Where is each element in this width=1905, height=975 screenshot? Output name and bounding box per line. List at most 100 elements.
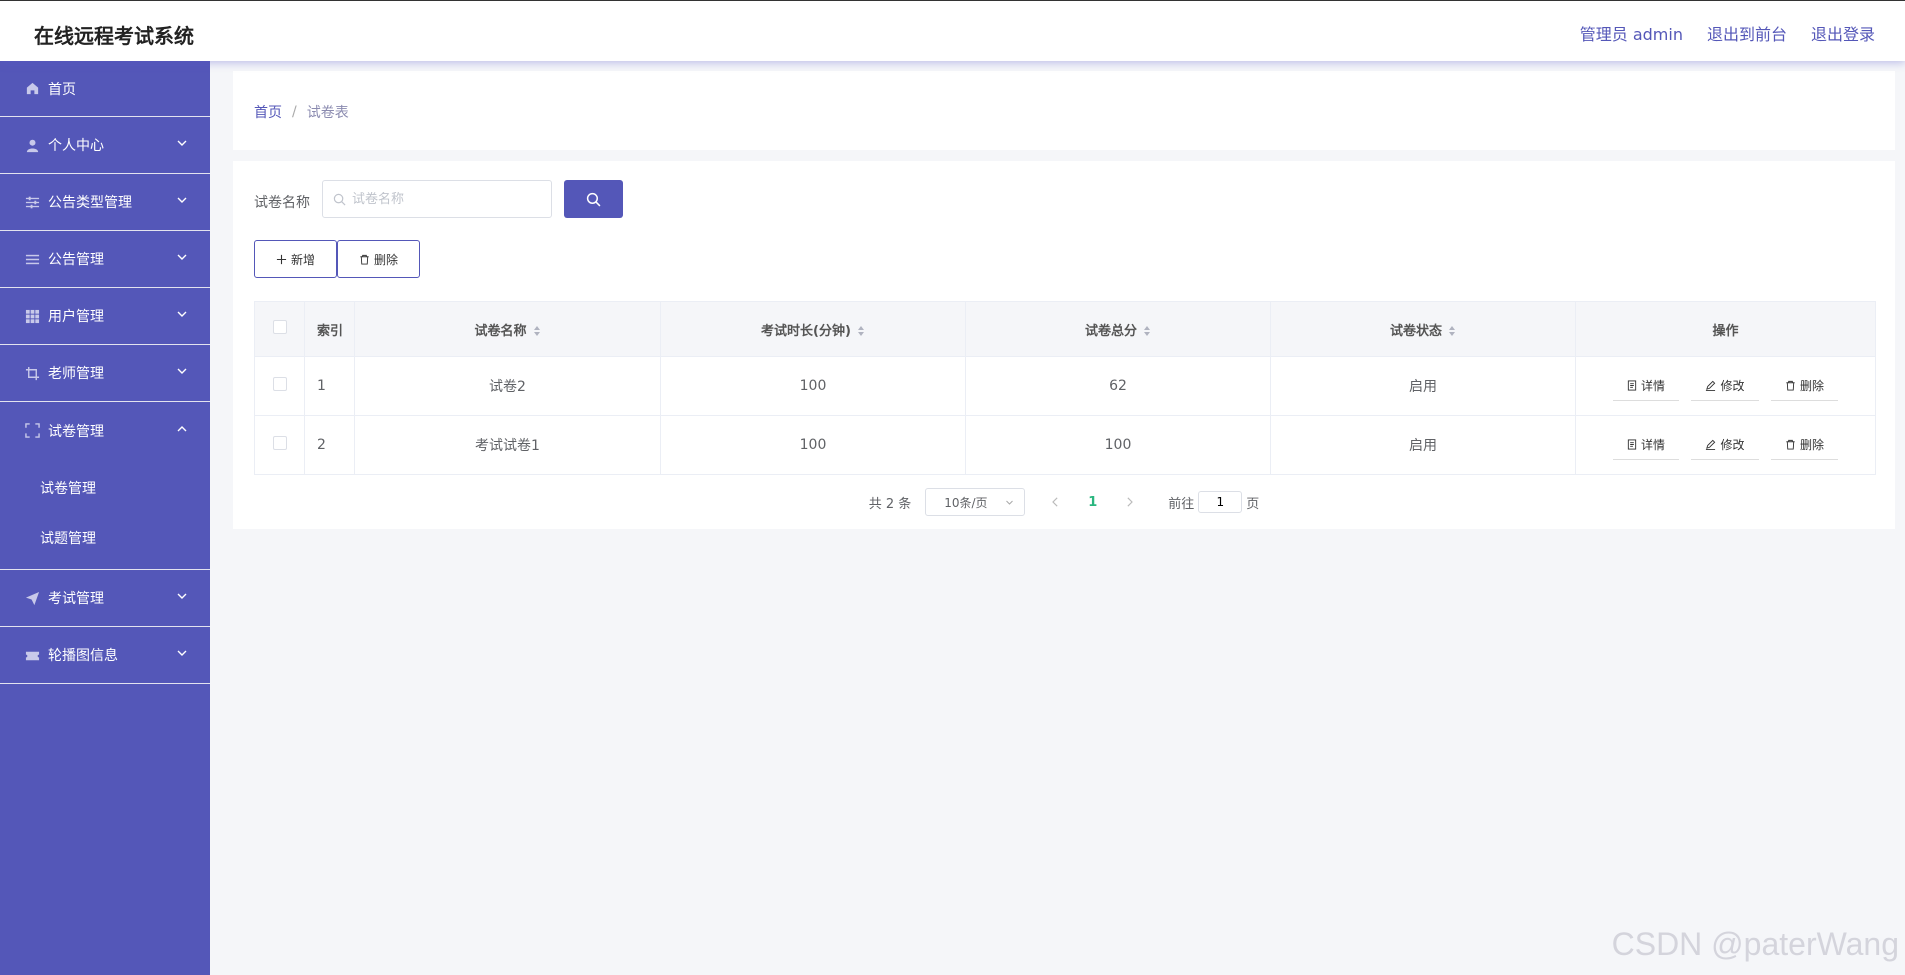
chevron-up-icon [177,425,187,431]
page-number-current[interactable]: 1 [1088,495,1097,510]
cell-duration: 100 [660,356,966,416]
sidebar-item-label: 用户管理 [48,309,104,325]
edit-label: 修改 [1720,379,1745,393]
sidebar-item-exam-papers[interactable]: 试卷管理 [0,402,210,459]
sidebar-item-label: 公告类型管理 [48,195,132,211]
edit-button[interactable]: 修改 [1691,371,1759,401]
breadcrumb-separator: / [292,104,297,120]
header-actions: 操作 [1575,301,1876,357]
page-jump: 前往 页 [1168,491,1259,513]
table-header-row: 索引 试卷名称 考试时长(分钟) 试卷总分 试卷状态 操作 [254,301,1876,357]
search-label: 试卷名称 [254,195,310,211]
cell-actions: 详情 修改 删除 [1575,415,1876,475]
page-size-select[interactable]: 10条/页 [925,488,1026,516]
sidebar-subitem-paper-management[interactable]: 试卷管理 [0,463,210,513]
sidebar-item-label: 首页 [48,81,76,98]
header-total-score[interactable]: 试卷总分 [965,301,1271,357]
sidebar-item-users[interactable]: 用户管理 [0,288,210,345]
cell-total-score: 100 [965,415,1271,475]
search-input[interactable] [352,191,542,207]
page-suffix: 页 [1246,496,1260,512]
cell-duration: 100 [660,415,966,475]
cell-status: 启用 [1270,356,1576,416]
sidebar-item-notice-type[interactable]: 公告类型管理 [0,174,210,231]
crop-icon [24,365,40,381]
cell-actions: 详情 修改 删除 [1575,356,1876,416]
sidebar-item-label: 公告管理 [48,252,104,268]
search-button[interactable] [564,180,623,218]
watermark: CSDN @paterWang [1611,926,1899,962]
header-index: 索引 [304,301,355,357]
chevron-down-icon [177,140,187,146]
exam-paper-table: 索引 试卷名称 考试时长(分钟) 试卷总分 试卷状态 操作 1 试卷2 100 … [254,301,1876,475]
table-row: 2 考试试卷1 100 100 启用 详情 修改 删除 [254,415,1876,475]
search-input-wrap[interactable] [322,180,552,218]
sliders-icon [24,194,40,210]
sidebar-item-label: 轮播图信息 [48,648,118,664]
sidebar-item-label: 试卷管理 [48,423,104,440]
next-page-icon[interactable] [1125,497,1134,507]
row-delete-button[interactable]: 删除 [1770,371,1838,401]
table-row: 1 试卷2 100 62 启用 详情 修改 删除 [254,356,1876,416]
header-status[interactable]: 试卷状态 [1270,301,1576,357]
row-checkbox[interactable] [272,377,287,391]
sidebar-item-label: 老师管理 [48,366,104,382]
delete-button[interactable]: 删除 [337,240,420,278]
breadcrumb-card: 首页 / 试卷表 [233,71,1895,150]
sidebar-item-label: 考试管理 [48,591,104,607]
sidebar-item-teachers[interactable]: 老师管理 [0,345,210,402]
sidebar-item-notice[interactable]: 公告管理 [0,231,210,288]
search-icon [586,192,601,206]
goto-label: 前往 [1168,496,1195,512]
breadcrumb-current: 试卷表 [306,105,349,121]
row-delete-button[interactable]: 删除 [1770,430,1838,460]
edit-button[interactable]: 修改 [1691,430,1759,460]
logout-link[interactable]: 退出登录 [1811,21,1875,45]
total-count: 共 2 条 [868,496,912,512]
home-icon [24,81,40,97]
exam-papers-submenu: 试卷管理 试题管理 [0,459,210,570]
row-check-cell [254,356,305,416]
header-paper-name[interactable]: 试卷名称 [354,301,661,357]
prev-page-icon[interactable] [1051,497,1060,507]
edit-label: 修改 [1720,438,1745,452]
sidebar-item-home[interactable]: 首页 [0,61,210,117]
trash-icon [1786,439,1795,450]
top-header: 在线远程考试系统 管理员 admin 退出到前台 退出登录 [0,0,1905,61]
select-all-checkbox[interactable] [272,320,287,334]
cell-paper-name: 考试试卷1 [354,415,661,475]
search-icon [333,193,346,205]
detail-button[interactable]: 详情 [1613,430,1680,460]
sort-icon [1144,326,1150,336]
chevron-down-icon [177,254,187,260]
goto-page-input[interactable] [1198,491,1243,513]
document-icon [1627,439,1637,450]
sidebar-item-personal-center[interactable]: 个人中心 [0,117,210,174]
ticket-icon [24,647,40,663]
header-label: 考试时长(分钟) [761,323,851,339]
exit-to-frontend-link[interactable]: 退出到前台 [1707,21,1787,45]
detail-label: 详情 [1641,379,1666,393]
detail-label: 详情 [1641,438,1666,452]
sidebar-item-carousel[interactable]: 轮播图信息 [0,627,210,684]
row-checkbox[interactable] [272,436,287,450]
cell-paper-name: 试卷2 [354,356,661,416]
plus-icon [276,254,287,264]
chevron-down-icon [177,368,187,374]
sidebar: 首页 个人中心 公告类型管理 公告管理 用户管理 老师管理 试卷管理 试卷管理 … [0,61,210,975]
header-links: 管理员 admin 退出到前台 退出登录 [1580,21,1875,45]
fullscreen-icon [24,423,40,439]
sidebar-subitem-question-management[interactable]: 试题管理 [0,513,210,563]
header-label: 试卷名称 [474,323,527,339]
list-icon [24,251,40,267]
cell-index: 2 [304,415,355,475]
sort-icon [1449,326,1455,336]
header-duration[interactable]: 考试时长(分钟) [660,301,966,357]
cell-status: 启用 [1270,415,1576,475]
sidebar-item-exams[interactable]: 考试管理 [0,570,210,627]
admin-user-link[interactable]: 管理员 admin [1580,21,1683,45]
detail-button[interactable]: 详情 [1613,371,1680,401]
add-button[interactable]: 新增 [254,240,337,278]
document-icon [1627,380,1637,391]
breadcrumb-home[interactable]: 首页 [254,102,282,122]
